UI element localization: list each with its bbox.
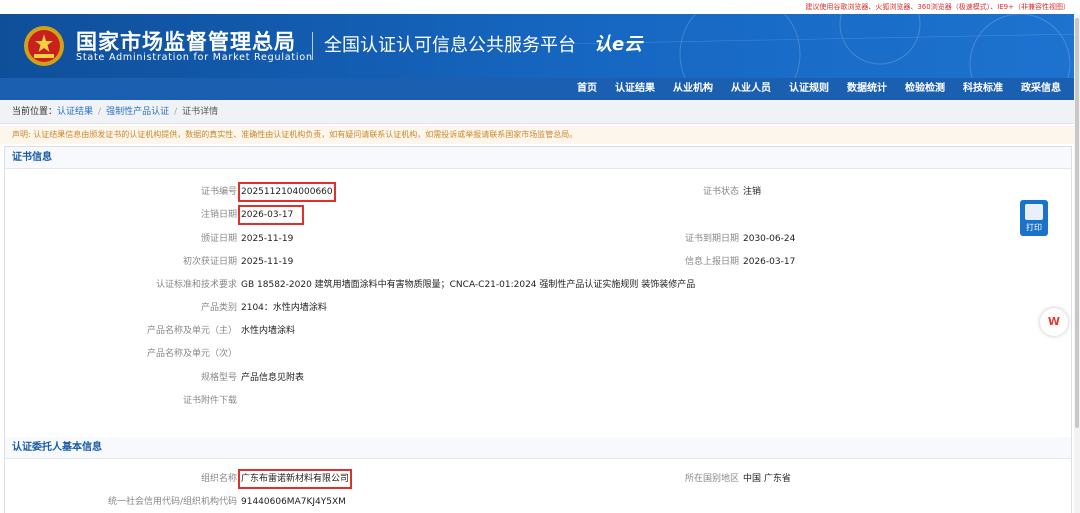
national-emblem-icon xyxy=(24,26,64,66)
product-sub-label: 产品名称及单元（次） xyxy=(146,349,237,359)
field-row-product-sub: 产品名称及单元（次） xyxy=(5,347,1071,361)
attachment-label: 证书附件下载 xyxy=(182,396,237,406)
field-row-org: 组织名称 广东布雷诺新材料有限公司 所在国别地区 中国 广东省 xyxy=(5,469,1071,489)
site-header: 国家市场监督管理总局 State Administration for Mark… xyxy=(0,14,1080,78)
status-value: 注销 xyxy=(743,187,762,197)
expire-date-label: 证书到期日期 xyxy=(684,234,739,244)
issue-date-label: 颁证日期 xyxy=(200,234,237,244)
product-main-label: 产品名称及单元（主） xyxy=(146,326,237,336)
org-value: 广东布雷诺新材料有限公司 xyxy=(237,469,353,489)
field-row-model: 规格型号 产品信息见附表 xyxy=(5,371,1071,385)
category-value: 2104：水性内墙涂料 xyxy=(241,303,327,313)
breadcrumb-prefix: 当前位置： xyxy=(12,107,58,117)
field-row-attachment: 证书附件下载 xyxy=(5,394,1071,408)
field-row-first-date: 初次获证日期 2025-11-19 信息上报日期 2026-03-17 xyxy=(5,255,1071,269)
category-label: 产品类别 xyxy=(200,303,237,313)
nav-item-6[interactable]: 检验检测 xyxy=(896,78,954,100)
cert-no-label: 证书编号 xyxy=(200,187,237,197)
credit-label: 统一社会信用代码/组织机构代码 xyxy=(107,497,237,507)
nav-item-0[interactable]: 首页 xyxy=(568,78,606,100)
main-nav: 首页 认证结果 从业机构 从业人员 认证规则 数据统计 检验检测 科技标准 政采信息 xyxy=(0,78,1080,100)
report-date-label: 信息上报日期 xyxy=(684,257,739,267)
platform-logo: 认e云 xyxy=(594,34,643,55)
scrollbar-thumb[interactable] xyxy=(1075,18,1079,428)
first-date-label: 初次获证日期 xyxy=(182,257,237,267)
org-name-en: State Administration for Market Regulati… xyxy=(76,52,313,63)
cert-section-title: 证书信息 xyxy=(5,147,1071,169)
platform-title[interactable]: 全国认证认可信息公共服务平台 xyxy=(324,31,576,57)
nav-item-3[interactable]: 从业人员 xyxy=(722,78,780,100)
breadcrumb-sep: / xyxy=(174,107,178,117)
wps-floating-button[interactable]: W xyxy=(1040,308,1068,336)
cert-no-value: 2025112104000660 xyxy=(238,182,336,202)
org-label: 组织名称 xyxy=(200,474,237,484)
status-label: 证书状态 xyxy=(702,187,739,197)
report-date-value: 2026-03-17 xyxy=(743,257,796,267)
cancel-date-value: 2026-03-17 xyxy=(238,205,304,225)
field-row-product-main: 产品名称及单元（主） 水性内墙涂料 xyxy=(5,324,1071,338)
disclaimer-text: 声明: 认证结果信息由颁发证书的认证机构提供，数据的真实性、准确性由认证机构负责… xyxy=(0,126,1080,144)
page-scrollbar[interactable] xyxy=(1074,14,1080,513)
print-button[interactable]: 打印 xyxy=(1020,200,1048,236)
field-row-standard: 认证标准和技术要求 GB 18582-2020 建筑用墙面涂料中有害物质限量；C… xyxy=(5,278,1071,292)
cancel-date-label: 注销日期 xyxy=(200,210,237,220)
breadcrumb-item-ccc[interactable]: 强制性产品认证 xyxy=(106,107,169,117)
breadcrumb-sep: / xyxy=(98,107,102,117)
nav-item-2[interactable]: 从业机构 xyxy=(664,78,722,100)
first-date-value: 2025-11-19 xyxy=(241,257,294,267)
region-value: 中国 广东省 xyxy=(743,474,791,484)
field-row-credit: 统一社会信用代码/组织机构代码 91440606MA7KJ4Y5XM xyxy=(5,495,1071,509)
breadcrumb-item-current: 证书详情 xyxy=(182,107,219,117)
field-row-category: 产品类别 2104：水性内墙涂料 xyxy=(5,301,1071,315)
nav-item-1[interactable]: 认证结果 xyxy=(606,78,664,100)
standard-label: 认证标准和技术要求 xyxy=(155,280,237,290)
credit-value: 91440606MA7KJ4Y5XM xyxy=(241,497,346,507)
expire-date-value: 2030-06-24 xyxy=(743,234,796,244)
nav-item-7[interactable]: 科技标准 xyxy=(954,78,1012,100)
breadcrumb: 当前位置：认证结果 / 强制性产品认证 / 证书详情 xyxy=(0,100,1080,124)
region-label: 所在国别地区 xyxy=(684,474,739,484)
nav-item-4[interactable]: 认证规则 xyxy=(780,78,838,100)
field-row-cancel-date: 注销日期 2026-03-17 xyxy=(5,205,1071,225)
nav-item-8[interactable]: 政采信息 xyxy=(1012,78,1070,100)
header-divider xyxy=(312,32,313,60)
model-value: 产品信息见附表 xyxy=(241,373,305,383)
issue-date-value: 2025-11-19 xyxy=(241,234,294,244)
print-label: 打印 xyxy=(1026,223,1042,232)
client-section-title: 认证委托人基本信息 xyxy=(5,437,1071,459)
field-row-cert-no: 证书编号 2025112104000660 证书状态 注销 xyxy=(5,182,1071,202)
browser-notice: 建议使用谷歌浏览器、火狐浏览器、360浏览器（极速模式）、IE9+（非兼容性视图… xyxy=(0,0,1080,14)
field-row-issue-date: 颁证日期 2025-11-19 证书到期日期 2030-06-24 xyxy=(5,232,1071,246)
breadcrumb-item-results[interactable]: 认证结果 xyxy=(57,107,93,117)
model-label: 规格型号 xyxy=(200,373,237,383)
product-main-value: 水性内墙涂料 xyxy=(241,326,296,336)
content-panel: 证书信息 证书编号 2025112104000660 证书状态 注销 注销日期 … xyxy=(4,146,1072,513)
standard-value: GB 18582-2020 建筑用墙面涂料中有害物质限量；CNCA-C21-01… xyxy=(241,280,696,290)
nav-item-5[interactable]: 数据统计 xyxy=(838,78,896,100)
printer-icon xyxy=(1025,204,1043,220)
